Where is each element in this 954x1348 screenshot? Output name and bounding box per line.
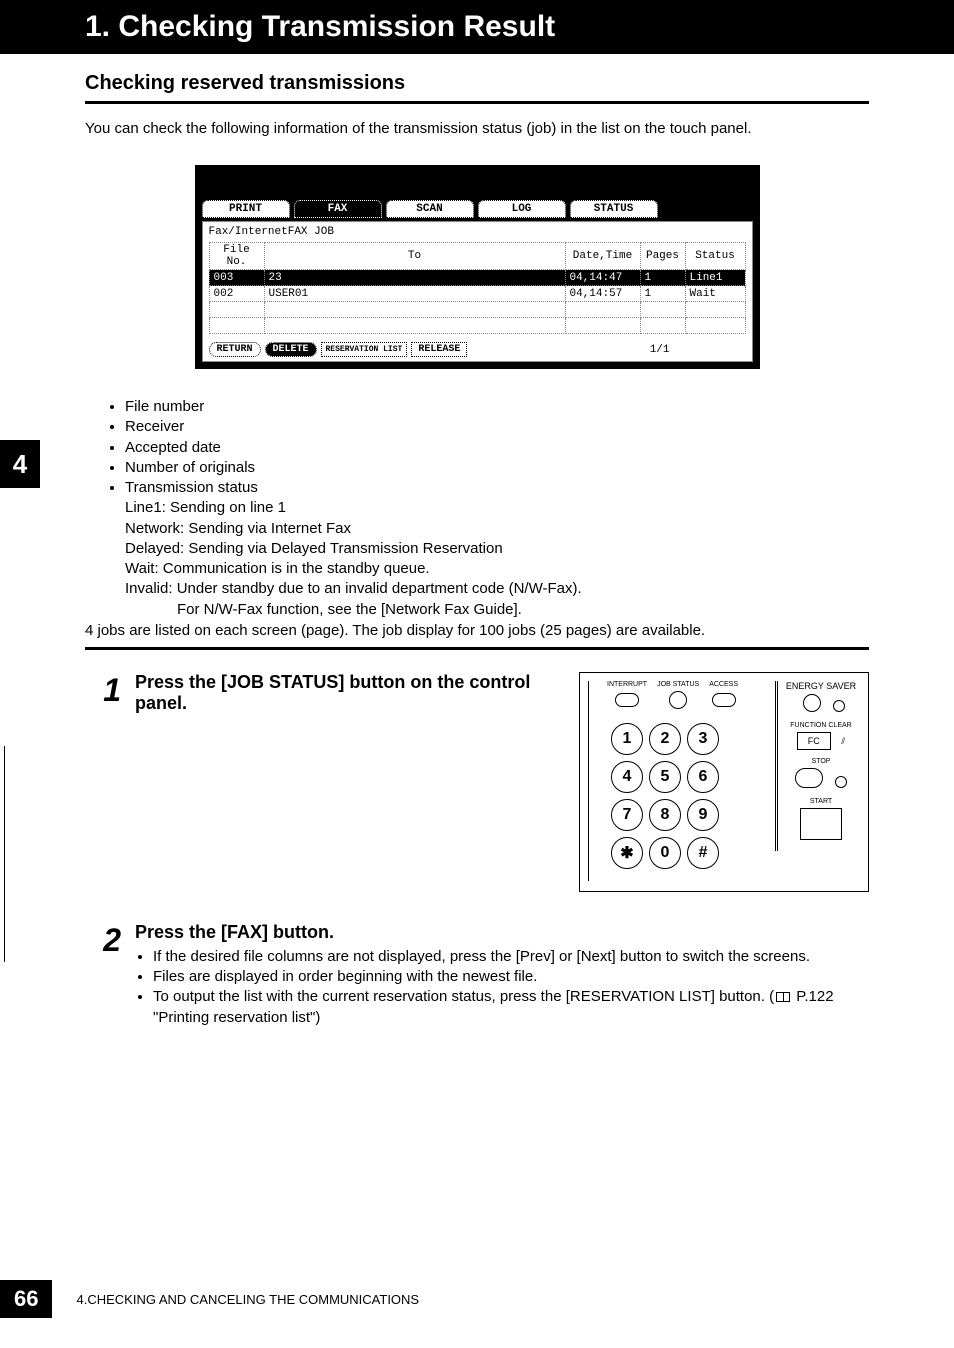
energy-saver-button[interactable] xyxy=(803,694,821,712)
control-panel-illustration: INTERRUPT JOB STATUS ACCESS xyxy=(579,672,869,892)
step-1: 1 Press the [JOB STATUS] button on the c… xyxy=(85,672,869,892)
step-2: 2 Press the [FAX] button. If the desired… xyxy=(85,922,869,1028)
job-status-button[interactable] xyxy=(669,691,687,709)
edge-line xyxy=(4,746,5,962)
key-2[interactable]: 2 xyxy=(649,723,681,755)
table-row[interactable]: 002 USER01 04,14:57 1 Wait xyxy=(209,286,745,302)
bullet-item: Number of originals xyxy=(125,458,869,478)
key-4[interactable]: 4 xyxy=(611,761,643,793)
section-subtitle: Checking reserved transmissions xyxy=(85,72,869,104)
energy-saver-label: ENERGY SAVER xyxy=(782,681,860,691)
col-status: Status xyxy=(685,243,745,270)
chapter-tab: 4 xyxy=(0,440,40,488)
intro-text: You can check the following information … xyxy=(85,120,869,137)
info-bullets: File number Receiver Accepted date Numbe… xyxy=(85,397,869,498)
release-button[interactable]: RELEASE xyxy=(411,342,467,357)
status-definitions: Line1: Sending on line 1 Network: Sendin… xyxy=(85,498,869,620)
table-row[interactable] xyxy=(209,318,745,334)
book-icon xyxy=(776,992,790,1002)
start-label: START xyxy=(782,798,860,805)
return-button[interactable]: RETURN xyxy=(209,342,261,357)
reservation-list-button[interactable]: RESERVATION LIST xyxy=(321,342,408,357)
page-indicator: 1/1 xyxy=(650,344,746,356)
bullet-item: Accepted date xyxy=(125,438,869,458)
tab-print[interactable]: PRINT xyxy=(202,200,290,218)
bullet-item: File number xyxy=(125,397,869,417)
status-line1: Line1: Sending on line 1 xyxy=(125,498,869,518)
slash-icon: ⫽ xyxy=(841,736,845,746)
step-bullet: If the desired file columns are not disp… xyxy=(153,947,869,967)
key-0[interactable]: 0 xyxy=(649,837,681,869)
access-label: ACCESS xyxy=(709,681,738,688)
page-title: 1. Checking Transmission Result xyxy=(0,0,954,54)
interrupt-label: INTERRUPT xyxy=(607,681,647,688)
step-bullet: Files are displayed in order beginning w… xyxy=(153,967,869,987)
col-pages: Pages xyxy=(640,243,685,270)
job-table: File No. To Date,Time Pages Status 003 2… xyxy=(209,242,746,334)
key-1[interactable]: 1 xyxy=(611,723,643,755)
step-number: 1 xyxy=(85,672,121,892)
key-7[interactable]: 7 xyxy=(611,799,643,831)
note-footer: 4 jobs are listed on each screen (page).… xyxy=(85,622,869,639)
key-6[interactable]: 6 xyxy=(687,761,719,793)
screen-subtitle: Fax/InternetFAX JOB xyxy=(209,226,746,238)
step-bullet: To output the list with the current rese… xyxy=(153,987,869,1028)
col-file: File No. xyxy=(209,243,264,270)
tab-status[interactable]: STATUS xyxy=(570,200,658,218)
key-8[interactable]: 8 xyxy=(649,799,681,831)
aux-button[interactable] xyxy=(833,700,845,712)
step-number: 2 xyxy=(85,922,121,1028)
col-to: To xyxy=(264,243,565,270)
status-network: Network: Sending via Internet Fax xyxy=(125,519,869,539)
status-wait: Wait: Communication is in the standby qu… xyxy=(125,559,869,579)
jobstatus-label: JOB STATUS xyxy=(657,681,699,688)
table-row[interactable] xyxy=(209,302,745,318)
interrupt-button[interactable] xyxy=(615,693,639,707)
bullet-item: Transmission status xyxy=(125,478,869,498)
step-title: Press the [JOB STATUS] button on the con… xyxy=(135,672,559,714)
aux-button-2[interactable] xyxy=(835,776,847,788)
function-clear-label: FUNCTION CLEAR xyxy=(782,722,860,729)
delete-button[interactable]: DELETE xyxy=(265,342,317,357)
table-row[interactable]: 003 23 04,14:47 1 Line1 xyxy=(209,270,745,286)
stop-label: STOP xyxy=(782,758,860,765)
key-hash[interactable]: # xyxy=(687,837,719,869)
key-9[interactable]: 9 xyxy=(687,799,719,831)
start-button[interactable] xyxy=(800,808,842,840)
tab-fax[interactable]: FAX xyxy=(294,200,382,218)
status-nwfax: For N/W-Fax function, see the [Network F… xyxy=(125,600,869,620)
col-datetime: Date,Time xyxy=(565,243,640,270)
numeric-keypad: 1 2 3 4 5 6 7 8 9 ✱ 0 # xyxy=(611,723,719,869)
access-button[interactable] xyxy=(712,693,736,707)
stop-button[interactable] xyxy=(795,768,823,788)
tab-log[interactable]: LOG xyxy=(478,200,566,218)
tab-scan[interactable]: SCAN xyxy=(386,200,474,218)
chapter-name: 4.CHECKING AND CANCELING THE COMMUNICATI… xyxy=(76,1292,419,1307)
key-5[interactable]: 5 xyxy=(649,761,681,793)
touch-panel-screenshot: PRINT FAX SCAN LOG STATUS Fax/InternetFA… xyxy=(195,165,760,369)
status-delayed: Delayed: Sending via Delayed Transmissio… xyxy=(125,539,869,559)
page-number: 66 xyxy=(0,1280,52,1318)
divider xyxy=(85,647,869,650)
page-footer: 66 4.CHECKING AND CANCELING THE COMMUNIC… xyxy=(0,1280,419,1318)
status-invalid: Invalid: Under standby due to an invalid… xyxy=(125,579,869,599)
key-3[interactable]: 3 xyxy=(687,723,719,755)
bullet-item: Receiver xyxy=(125,417,869,437)
function-clear-button[interactable]: FC xyxy=(797,732,831,750)
key-star[interactable]: ✱ xyxy=(611,837,643,869)
step-title: Press the [FAX] button. xyxy=(135,922,869,943)
